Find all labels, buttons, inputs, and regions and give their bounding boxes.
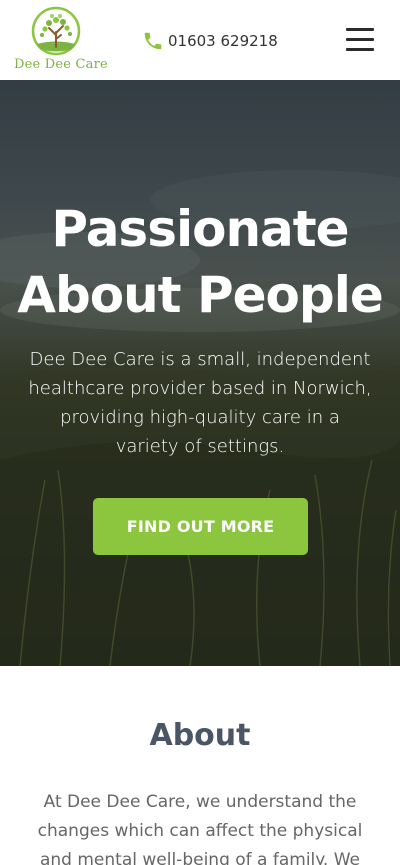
menu-bar-middle — [346, 38, 374, 41]
menu-bar-top — [346, 28, 374, 31]
about-title: About — [149, 718, 251, 753]
hero-content: Passionate About People Dee Dee Care is … — [0, 80, 400, 666]
site-header: Dee Dee Care 01603 629218 — [0, 0, 400, 80]
hero-section: Passionate About People Dee Dee Care is … — [0, 80, 400, 666]
hamburger-menu-icon[interactable] — [346, 28, 374, 52]
phone-link[interactable]: 01603 629218 — [142, 29, 278, 53]
hero-title-line2: About People — [17, 266, 383, 324]
hero-title: Passionate About People — [10, 196, 390, 328]
logo-text: Dee Dee Care — [14, 57, 108, 72]
about-section: About At Dee Dee Care, we understand the… — [0, 666, 400, 865]
logo[interactable]: Dee Dee Care — [14, 6, 108, 74]
hero-description: Dee Dee Care is a small, independent hea… — [28, 349, 372, 457]
hero-title-line1: Passionate — [51, 200, 349, 258]
find-out-more-button[interactable]: FIND OUT MORE — [93, 498, 308, 555]
phone-icon — [144, 32, 162, 50]
tree-logo-icon — [31, 6, 81, 56]
menu-bar-bottom — [346, 48, 374, 51]
about-text: At Dee Dee Care, we understand the chang… — [37, 792, 363, 865]
phone-number[interactable]: 01603 629218 — [168, 32, 278, 50]
